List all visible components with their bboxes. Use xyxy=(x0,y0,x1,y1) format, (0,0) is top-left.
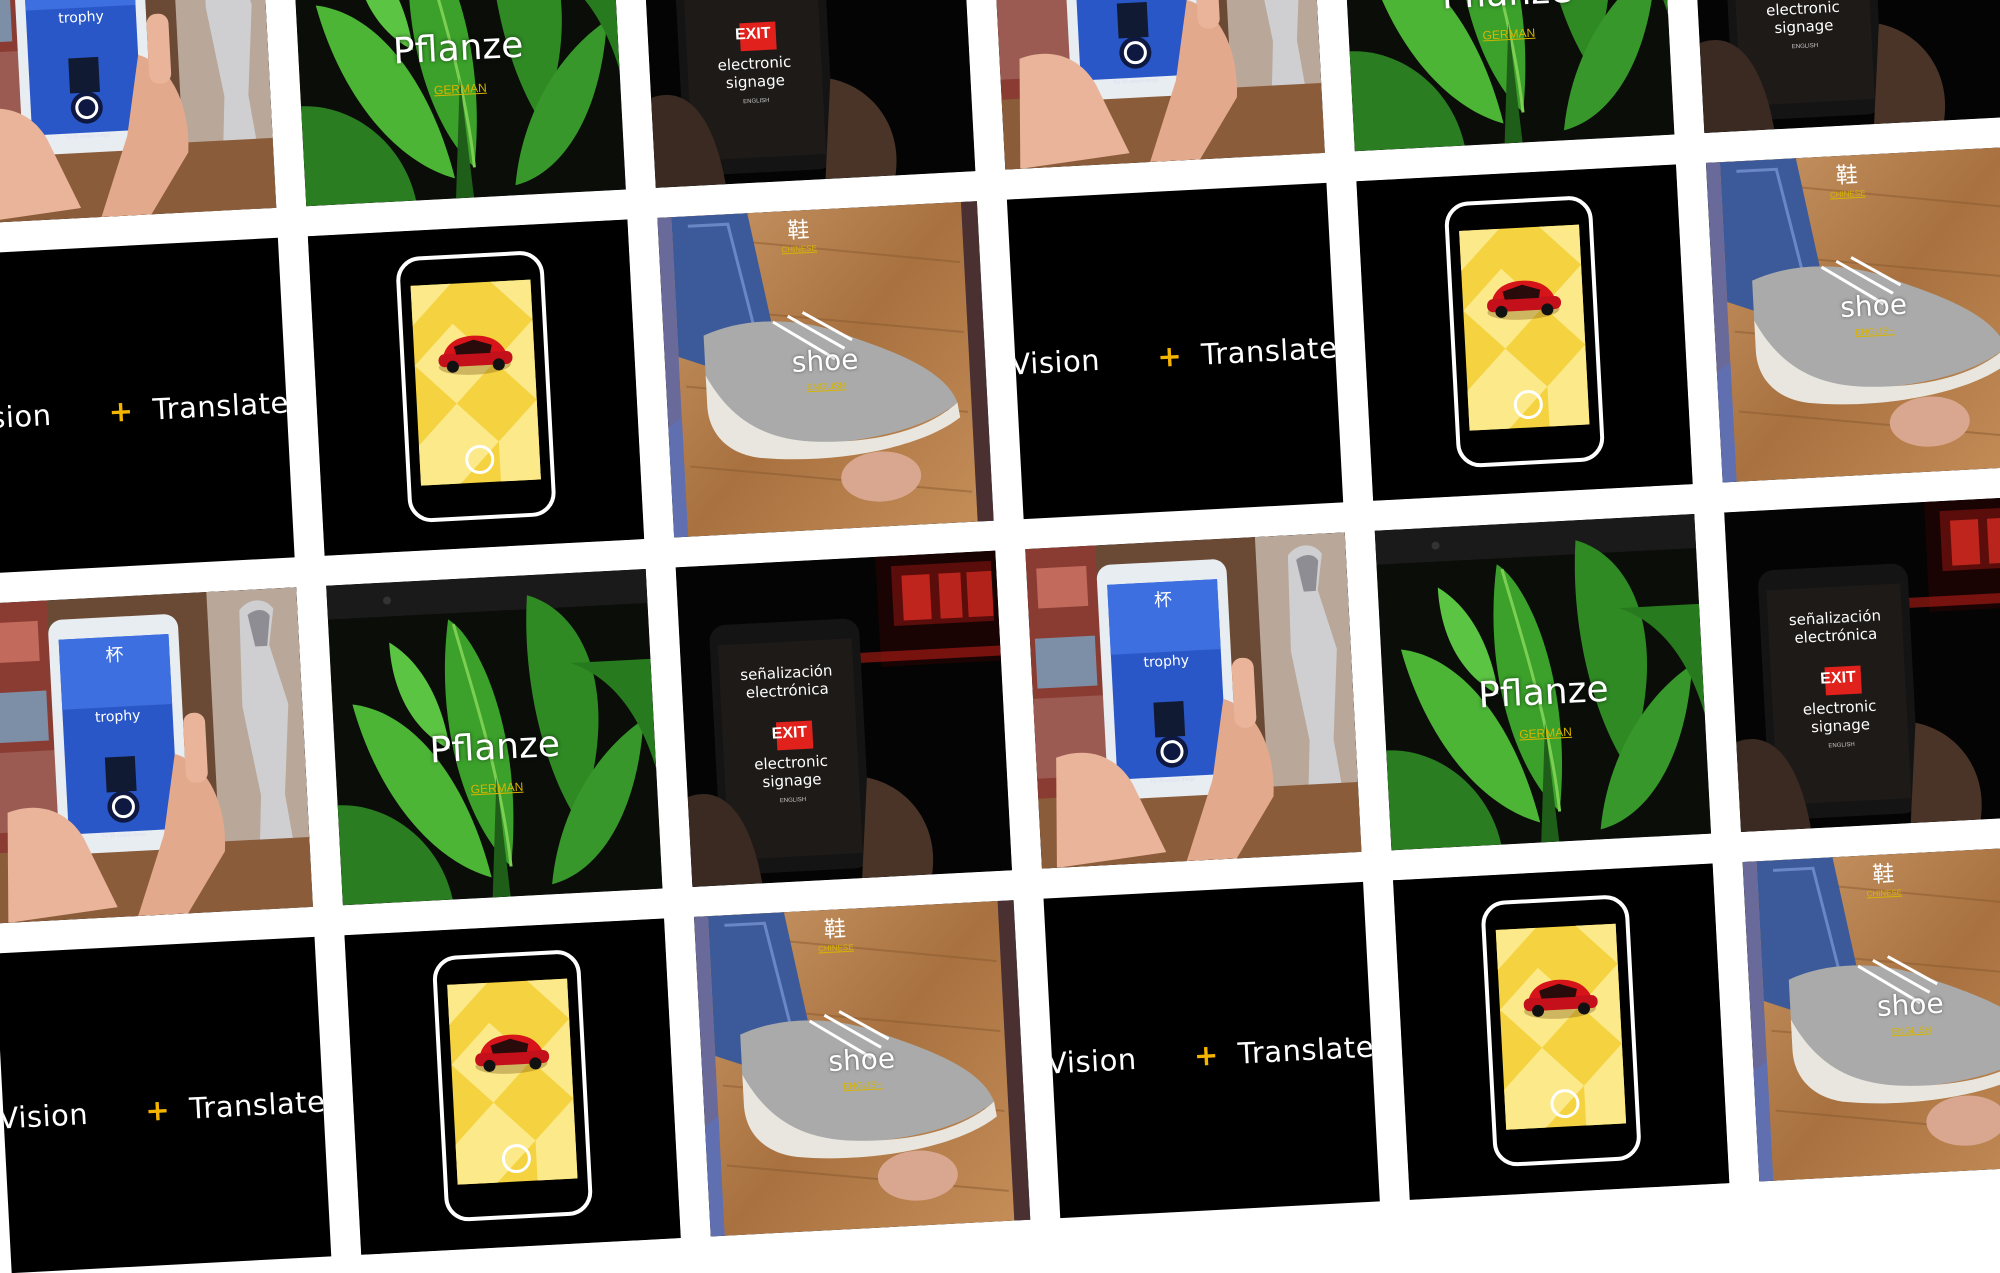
translate-api-text: Translate API xyxy=(151,382,295,427)
cloud-vision-text: Cloud Vision xyxy=(1007,342,1101,387)
exit-tile: señalización electrónica EXIT electronic… xyxy=(639,0,976,188)
text-tile: Cloud Vision + Translate API xyxy=(0,936,332,1273)
trophy-in-phone-icon xyxy=(1025,532,1362,869)
plant-tile: Pflanze GERMAN xyxy=(1338,0,1675,152)
exit-tile: señalización electrónica EXIT electronic… xyxy=(675,550,1012,887)
translate-api-text: Translate API xyxy=(1237,1027,1380,1071)
shoe-tile: 鞋 CHINESE shoe ENGLISH xyxy=(693,900,1031,1237)
exit-spanish-text: señalización electrónica xyxy=(719,660,855,703)
shoe-glyph: 鞋 xyxy=(786,216,810,244)
plus-sign: + xyxy=(107,393,135,429)
toy-car-phone-icon xyxy=(307,219,645,556)
plus-sign: + xyxy=(1156,338,1183,374)
car-tile xyxy=(307,219,645,556)
plant-tile: Pflanze GERMAN xyxy=(326,568,663,906)
translate-api-text: Translate API xyxy=(188,1082,331,1126)
text-strip: Cloud Vision + Translate API xyxy=(0,937,331,1273)
cloud-vision-text: Cloud Vision xyxy=(1044,1041,1138,1086)
trophy-tile: 杯 trophy Try 25 unique things xyxy=(988,0,1325,170)
toy-car-phone-icon xyxy=(1356,164,1693,501)
trophy-in-phone-icon xyxy=(988,0,1325,170)
cloud-vision-text: Cloud Vision xyxy=(0,397,53,442)
exit-english-text: electronic signage xyxy=(724,750,860,793)
text-strip: Cloud Vision + Translate API xyxy=(1044,882,1380,1218)
toy-car-phone-icon xyxy=(1393,863,1730,1200)
text-tile: Cloud Vision + Translate API xyxy=(1006,182,1344,520)
exit-tile: señalización electrónica EXIT electronic… xyxy=(1724,495,2000,833)
exit-sign-phone-icon xyxy=(675,550,1012,887)
collage: 杯 trophy Try 25 unique things Pflanze GE… xyxy=(0,0,2000,1273)
exit-spanish-text: señalización electrónica xyxy=(1768,605,1904,648)
shoe-glyph: 鞋 xyxy=(1835,162,1859,189)
exit-english-text: electronic signage xyxy=(687,51,823,94)
trophy-tile: 杯 trophy Try 25 unique things xyxy=(0,0,277,225)
cloud-vision-text: Cloud Vision xyxy=(0,1096,89,1141)
shoe-glyph: 鞋 xyxy=(1871,861,1896,888)
plant-tile: Pflanze GERMAN xyxy=(1374,514,1712,851)
text-strip: Cloud Vision + Translate API xyxy=(0,238,295,574)
shoe-tile: 鞋 CHINESE shoe ENGLISH xyxy=(657,201,994,538)
plant-tile: Pflanze GERMAN xyxy=(289,0,626,207)
shoe-tile: 鞋 CHINESE shoe ENGLISH xyxy=(1705,146,2000,483)
shoe-tile: 鞋 CHINESE shoe ENGLISH xyxy=(1742,845,2000,1182)
text-tile: Cloud Vision + Translate API xyxy=(1043,881,1380,1219)
trophy-tile: 杯 trophy Try 25 unique things xyxy=(1025,532,1362,869)
toy-car-phone-icon xyxy=(344,918,681,1255)
shoe-glyph: 鞋 xyxy=(823,916,847,943)
plus-sign: + xyxy=(144,1092,172,1128)
text-tile: Cloud Vision + Translate API xyxy=(0,237,295,575)
text-strip: Cloud Vision + Translate API xyxy=(1007,183,1343,519)
car-tile xyxy=(344,918,681,1255)
car-tile xyxy=(1356,164,1693,501)
car-tile xyxy=(1393,863,1730,1200)
exit-english-text: electronic signage xyxy=(1772,695,1908,738)
exit-sign-phone-icon xyxy=(1724,495,2000,833)
translate-api-text: Translate API xyxy=(1200,328,1343,372)
trophy-tile: 杯 trophy Try 25 unique things xyxy=(0,587,313,924)
plus-sign: + xyxy=(1193,1037,1220,1073)
trophy-in-phone-icon xyxy=(0,0,277,225)
exit-tile: señalización electrónica EXIT electronic… xyxy=(1687,0,2000,133)
